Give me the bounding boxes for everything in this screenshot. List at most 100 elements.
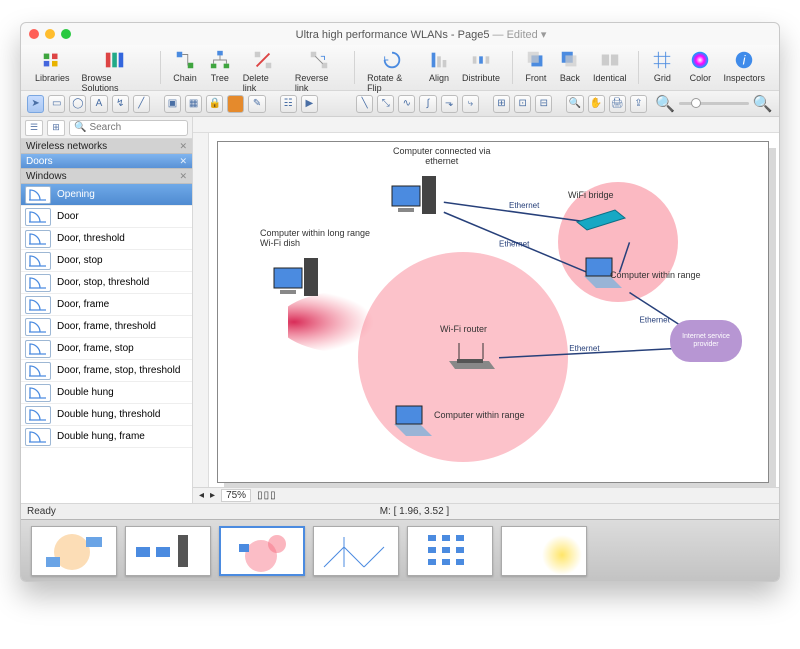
page-nav-right-icon[interactable]: ▸: [210, 490, 215, 501]
shape-item[interactable]: Door, stop, threshold: [21, 272, 192, 294]
identical-button[interactable]: Identical: [593, 49, 627, 83]
shape-label: Door, frame, threshold: [57, 321, 156, 332]
arrow-straight[interactable]: ╲: [356, 95, 373, 113]
browse-solutions-button[interactable]: Browse Solutions: [82, 49, 149, 93]
shape-item[interactable]: Door: [21, 206, 192, 228]
category-windows[interactable]: Windows✕: [21, 169, 192, 184]
eyedropper-tool[interactable]: ✎: [248, 95, 265, 113]
view-tabs[interactable]: ▯▯▯: [257, 490, 277, 501]
canvas[interactable]: Ethernet Ethernet Ethernet Ethernet Comp…: [193, 133, 779, 487]
align-button[interactable]: Align: [428, 49, 450, 83]
text-tool[interactable]: A: [90, 95, 107, 113]
front-button[interactable]: Front: [525, 49, 547, 83]
minimize-icon[interactable]: [45, 29, 55, 39]
shape-item[interactable]: Door, frame, stop: [21, 338, 192, 360]
ellipse-tool[interactable]: ◯: [69, 95, 86, 113]
shape-item[interactable]: Door, frame, stop, threshold: [21, 360, 192, 382]
color-swatch[interactable]: [227, 95, 244, 113]
category-wireless[interactable]: Wireless networks✕: [21, 139, 192, 154]
arrow-angled[interactable]: ⤡: [377, 95, 394, 113]
traffic-lights: [29, 29, 71, 39]
workarea: ☰ ⊞ 🔍 Wireless networks✕ Doors✕ Windows✕…: [21, 117, 779, 503]
chain-button[interactable]: Chain: [173, 49, 197, 83]
distribute-button[interactable]: Distribute: [462, 49, 500, 83]
shape-item[interactable]: Door, frame, threshold: [21, 316, 192, 338]
search-input[interactable]: 🔍: [69, 120, 188, 136]
shape-label: Opening: [57, 189, 95, 200]
grid-button[interactable]: Grid: [651, 49, 673, 83]
snap-center[interactable]: ⊡: [514, 95, 531, 113]
line-tool[interactable]: ╱: [133, 95, 150, 113]
thumb-4[interactable]: [313, 526, 399, 576]
lock-tool[interactable]: 🔒: [206, 95, 223, 113]
zoom-slider[interactable]: 🔍 🔍: [655, 94, 773, 114]
arrow-curve[interactable]: ∿: [398, 95, 415, 113]
category-doors[interactable]: Doors✕: [21, 154, 192, 169]
group-tool[interactable]: ▣: [164, 95, 181, 113]
rect-tool[interactable]: ▭: [48, 95, 65, 113]
libraries-button[interactable]: Libraries: [35, 49, 70, 83]
ungroup-tool[interactable]: ▦: [185, 95, 202, 113]
arrow-step[interactable]: ⤷: [462, 95, 479, 113]
connector-tool[interactable]: ↯: [112, 95, 129, 113]
svg-text:Ethernet: Ethernet: [499, 239, 530, 248]
zoom-value[interactable]: 75%: [221, 489, 251, 502]
thumb-5[interactable]: [407, 526, 493, 576]
close-icon[interactable]: [29, 29, 39, 39]
shape-item[interactable]: Double hung, threshold: [21, 404, 192, 426]
inspectors-button[interactable]: iInspectors: [723, 49, 765, 83]
close-icon[interactable]: ✕: [179, 171, 187, 182]
back-button[interactable]: Back: [559, 49, 581, 83]
status-bar: Ready M: [ 1.96, 3.52 ]: [21, 503, 779, 519]
shape-label: Door, frame: [57, 299, 109, 310]
snap-edge[interactable]: ⊟: [535, 95, 552, 113]
thumb-6[interactable]: [501, 526, 587, 576]
canvas-area: Ethernet Ethernet Ethernet Ethernet Comp…: [193, 117, 779, 503]
zoom-search-icon[interactable]: 🔍: [566, 95, 583, 113]
shape-item[interactable]: Door, frame: [21, 294, 192, 316]
close-icon[interactable]: ✕: [179, 156, 187, 167]
door-icon: [25, 428, 51, 446]
zoom-in-icon[interactable]: 🔍: [753, 94, 773, 114]
grid-view-icon[interactable]: ⊞: [47, 120, 65, 136]
shape-label: Door, frame, stop: [57, 343, 134, 354]
color-button[interactable]: Color: [689, 49, 711, 83]
rotate-flip-button[interactable]: Rotate & Flip: [367, 49, 416, 93]
shape-item[interactable]: Opening: [21, 184, 192, 206]
print-tool[interactable]: 🖨: [609, 95, 626, 113]
canvas-bottom-bar: ◂ ▸ 75% ▯▯▯: [193, 487, 779, 503]
thumbnail-strip: [21, 519, 779, 581]
tree-button[interactable]: Tree: [209, 49, 231, 83]
door-icon: [25, 340, 51, 358]
status-ready: Ready: [27, 506, 56, 517]
arrow-hv[interactable]: ⬎: [441, 95, 458, 113]
svg-text:Ethernet: Ethernet: [509, 201, 540, 210]
close-icon[interactable]: ✕: [179, 141, 187, 152]
door-icon: [25, 230, 51, 248]
tableview-tool[interactable]: ☷: [280, 95, 297, 113]
snap-tool[interactable]: ⊞: [493, 95, 510, 113]
arrow-bezier[interactable]: ∫: [419, 95, 436, 113]
shape-item[interactable]: Door, threshold: [21, 228, 192, 250]
thumb-1[interactable]: [31, 526, 117, 576]
sidebar: ☰ ⊞ 🔍 Wireless networks✕ Doors✕ Windows✕…: [21, 117, 193, 503]
thumb-2[interactable]: [125, 526, 211, 576]
app-window: Ultra high performance WLANs - Page5 — E…: [20, 22, 780, 582]
shape-item[interactable]: Door, stop: [21, 250, 192, 272]
list-view-icon[interactable]: ☰: [25, 120, 43, 136]
pointer-tool[interactable]: ➤: [27, 95, 44, 113]
share-tool[interactable]: ⇪: [630, 95, 647, 113]
page: Ethernet Ethernet Ethernet Ethernet Comp…: [217, 141, 769, 483]
zoom-icon[interactable]: [61, 29, 71, 39]
thumb-3[interactable]: [219, 526, 305, 576]
zoom-out-icon[interactable]: 🔍: [655, 94, 675, 114]
reverse-link-button[interactable]: Reverse link: [295, 49, 342, 93]
hand-tool[interactable]: ✋: [588, 95, 605, 113]
presentation-tool[interactable]: ▶: [301, 95, 318, 113]
shape-label: Double hung: [57, 387, 114, 398]
shape-item[interactable]: Double hung: [21, 382, 192, 404]
page-nav-left-icon[interactable]: ◂: [199, 490, 204, 501]
delete-link-button[interactable]: Delete link: [243, 49, 283, 93]
door-icon: [25, 362, 51, 380]
shape-item[interactable]: Double hung, frame: [21, 426, 192, 448]
